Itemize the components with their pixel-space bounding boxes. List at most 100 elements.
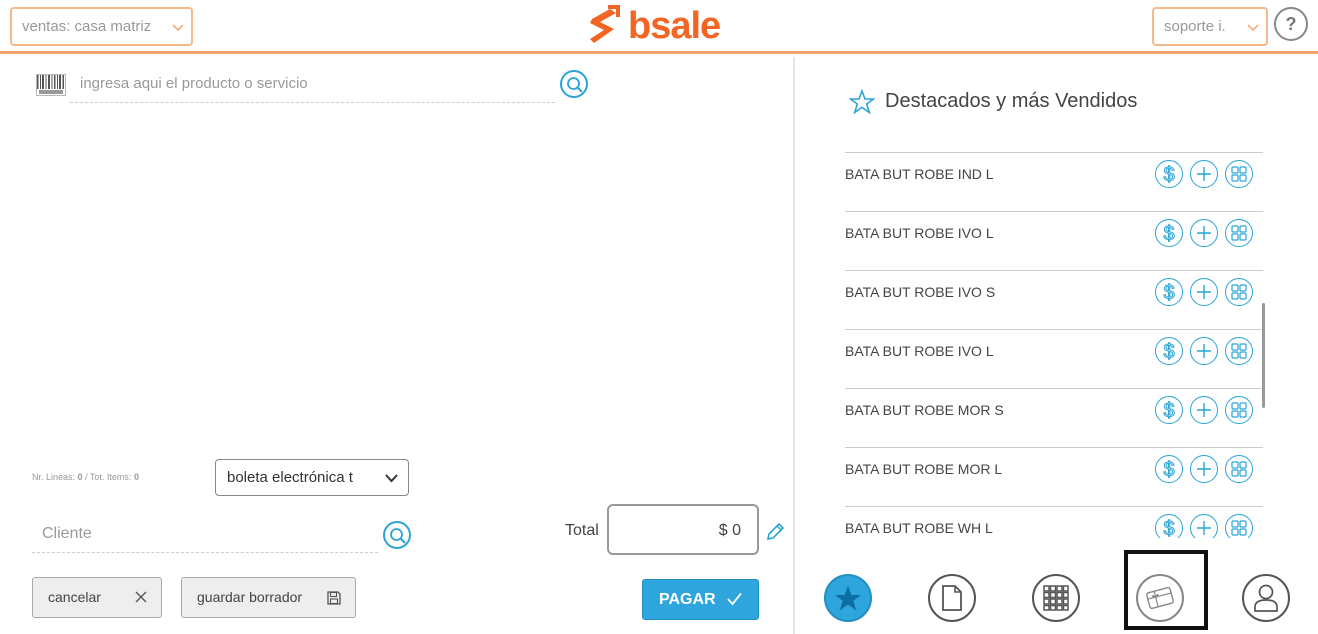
dollar-icon: $ [1163, 164, 1175, 186]
client-input[interactable] [32, 515, 378, 553]
save-draft-button[interactable]: guardar borrador [181, 577, 356, 618]
dollar-icon: $ [1163, 518, 1175, 539]
floppy-disk-icon [327, 591, 341, 605]
add-product-button[interactable] [1190, 219, 1218, 247]
pay-label: PAGAR [659, 591, 716, 608]
product-row[interactable]: BATA BUT ROBE IVO L $ [845, 211, 1263, 270]
package-icon [1231, 343, 1247, 359]
product-name: BATA BUT ROBE IVO S [845, 284, 996, 300]
svg-text:$: $ [1163, 518, 1174, 538]
product-actions: $ [1148, 455, 1253, 483]
product-row[interactable]: BATA BUT ROBE IVO S $ [845, 270, 1263, 329]
stock-button[interactable] [1225, 514, 1253, 538]
branch-select-value: ventas: casa matriz [22, 18, 152, 35]
product-row[interactable]: BATA BUT ROBE MOR L $ [845, 447, 1263, 506]
stock-button[interactable] [1225, 160, 1253, 188]
branch-select[interactable]: ventas: casa matriz [10, 7, 193, 46]
add-product-button[interactable] [1190, 455, 1218, 483]
price-button[interactable]: $ [1155, 396, 1183, 424]
package-icon [1231, 461, 1247, 477]
svg-text:$: $ [1163, 282, 1174, 303]
product-actions: $ [1148, 160, 1253, 188]
add-product-button[interactable] [1190, 278, 1218, 306]
nav-gift-card-button[interactable] [1136, 574, 1184, 622]
user-select[interactable]: soporte i. [1152, 7, 1268, 46]
add-product-button[interactable] [1190, 337, 1218, 365]
lines-value: 0 [77, 472, 83, 482]
featured-product-list: BATA BUT ROBE IND L $ BATA BUT ROBE IVO L $… [845, 152, 1263, 538]
price-button[interactable]: $ [1155, 337, 1183, 365]
items-value: 0 [133, 472, 139, 482]
package-icon [1231, 402, 1247, 418]
add-product-button[interactable] [1190, 514, 1218, 538]
package-icon [1231, 284, 1247, 300]
total-label: Total [565, 522, 599, 539]
stock-button[interactable] [1225, 455, 1253, 483]
product-row[interactable]: BATA BUT ROBE IVO L $ [845, 329, 1263, 388]
help-button[interactable]: ? [1274, 7, 1308, 41]
svg-text:$: $ [1163, 459, 1174, 480]
svg-text:$: $ [1163, 341, 1174, 362]
document-type-value: boleta electrónica t [227, 469, 353, 486]
price-button[interactable]: $ [1155, 278, 1183, 306]
dollar-icon: $ [1163, 459, 1175, 481]
lines-label: Nr. Lineas: [32, 472, 76, 482]
featured-title-text: Destacados y más Vendidos [885, 90, 1138, 112]
price-button[interactable]: $ [1155, 160, 1183, 188]
nav-user-button[interactable] [1242, 574, 1290, 622]
top-header: ventas: casa matriz bsale soporte i. ? [0, 0, 1318, 54]
nav-catalog-button[interactable] [1032, 574, 1080, 622]
add-product-button[interactable] [1190, 160, 1218, 188]
svg-text:$: $ [1163, 164, 1174, 185]
nav-documents-button[interactable] [928, 574, 976, 622]
price-button[interactable]: $ [1155, 514, 1183, 538]
plus-icon [1197, 285, 1211, 299]
product-name: BATA BUT ROBE IVO L [845, 225, 994, 241]
product-actions: $ [1148, 278, 1253, 306]
product-actions: $ [1148, 337, 1253, 365]
product-row[interactable]: BATA BUT ROBE WH L $ [845, 506, 1263, 538]
cancel-label: cancelar [48, 589, 101, 605]
stock-button[interactable] [1225, 219, 1253, 247]
document-type-select[interactable]: boleta electrónica t [215, 459, 409, 496]
product-search-button[interactable] [560, 70, 588, 98]
chevron-down-icon [385, 474, 398, 483]
gift-card-icon [1146, 586, 1174, 610]
scrollbar[interactable] [1262, 303, 1265, 408]
total-value: $ 0 [607, 504, 759, 555]
stock-button[interactable] [1225, 396, 1253, 424]
logo-text: bsale [628, 4, 721, 47]
client-search-button[interactable] [383, 521, 411, 549]
dollar-icon: $ [1163, 223, 1175, 245]
product-search-input[interactable] [70, 65, 555, 103]
plus-icon [1197, 226, 1211, 240]
star-icon [835, 585, 861, 610]
product-row[interactable]: BATA BUT ROBE MOR S $ [845, 388, 1263, 447]
user-icon [1254, 584, 1278, 612]
dollar-icon: $ [1163, 341, 1175, 363]
price-button[interactable]: $ [1155, 455, 1183, 483]
pay-button[interactable]: PAGAR [642, 579, 759, 620]
save-draft-label: guardar borrador [197, 589, 303, 605]
nav-featured-button[interactable] [824, 574, 872, 622]
svg-text:$: $ [1163, 223, 1174, 244]
package-icon [1231, 520, 1247, 536]
stock-button[interactable] [1225, 278, 1253, 306]
checkmark-icon [727, 592, 742, 606]
sale-panel: Nr. Lineas: 0 / Tot. Items: 0 boleta ele… [0, 57, 795, 634]
search-icon [567, 77, 583, 93]
dollar-icon: $ [1163, 400, 1175, 422]
price-button[interactable]: $ [1155, 219, 1183, 247]
barcode-icon [36, 74, 66, 96]
product-row[interactable]: BATA BUT ROBE IND L $ [845, 152, 1263, 211]
line-counter: Nr. Lineas: 0 / Tot. Items: 0 [32, 472, 139, 482]
pencil-icon[interactable] [764, 521, 786, 543]
product-name: BATA BUT ROBE MOR L [845, 461, 1003, 477]
add-product-button[interactable] [1190, 396, 1218, 424]
user-select-value: soporte i. [1164, 18, 1226, 35]
plus-icon [1197, 521, 1211, 535]
product-actions: $ [1148, 514, 1253, 538]
items-label: / Tot. Items: [85, 472, 132, 482]
stock-button[interactable] [1225, 337, 1253, 365]
cancel-button[interactable]: cancelar [32, 577, 162, 618]
